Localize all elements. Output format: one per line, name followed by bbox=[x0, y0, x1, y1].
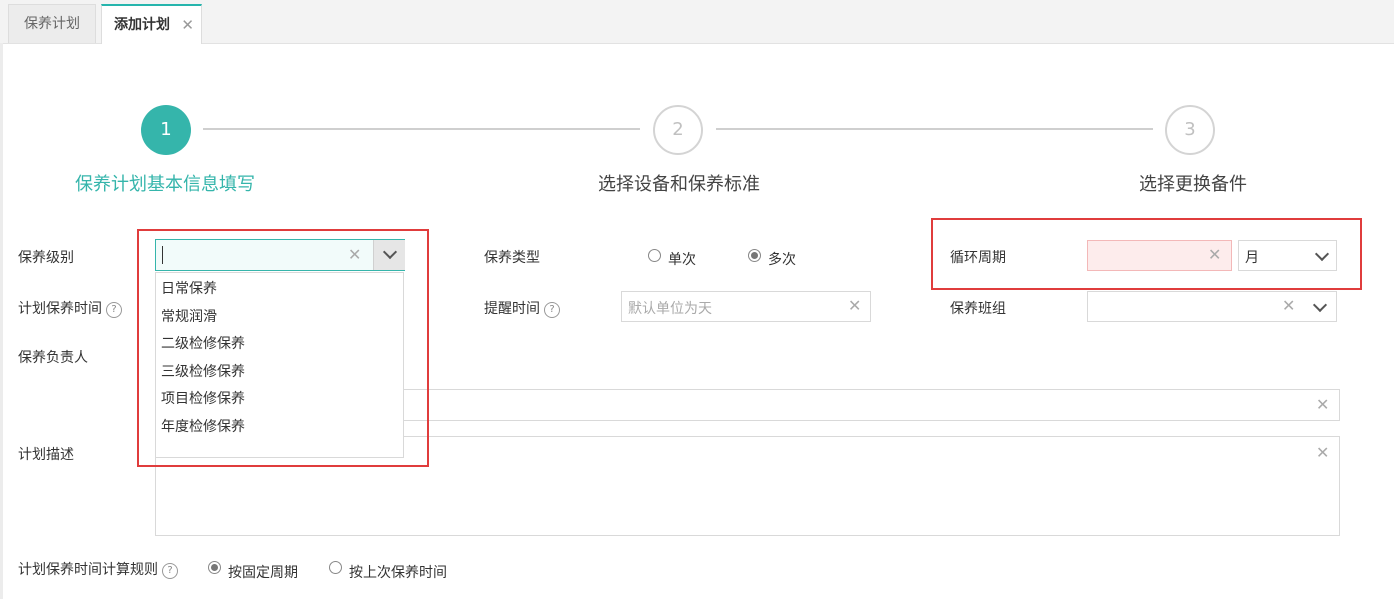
left-border bbox=[0, 43, 3, 599]
type-option-label: 多次 bbox=[768, 252, 796, 268]
rule-option-label: 按固定周期 bbox=[228, 565, 298, 581]
rule-option-label: 按上次保养时间 bbox=[349, 565, 447, 581]
tab-label: 添加计划 bbox=[114, 17, 170, 33]
clear-icon[interactable]: ✕ bbox=[848, 298, 861, 314]
team-select[interactable]: ✕ bbox=[1087, 291, 1337, 322]
rule-radio-fixed[interactable] bbox=[208, 561, 221, 574]
close-icon[interactable]: ✕ bbox=[181, 6, 194, 45]
team-label: 保养班组 bbox=[950, 301, 1006, 317]
step-1-circle: 1 bbox=[141, 105, 191, 155]
remind-placeholder: 默认单位为天 bbox=[628, 301, 712, 317]
step-2-circle: 2 bbox=[653, 105, 703, 155]
owner-label: 保养负责人 bbox=[18, 350, 88, 366]
level-label: 保养级别 bbox=[18, 250, 74, 266]
step-1-label: 保养计划基本信息填写 bbox=[75, 174, 255, 195]
plan-time-label: 计划保养时间? bbox=[18, 298, 122, 318]
rule-label: 计划保养时间计算规则? bbox=[18, 559, 178, 579]
type-label: 保养类型 bbox=[484, 250, 540, 266]
tab-add-plan[interactable]: 添加计划 ✕ bbox=[101, 4, 202, 44]
clear-icon[interactable]: ✕ bbox=[1282, 298, 1295, 314]
remind-input[interactable]: 默认单位为天 ✕ bbox=[621, 291, 871, 322]
help-icon[interactable]: ? bbox=[544, 302, 560, 318]
type-radio-multiple[interactable] bbox=[748, 249, 761, 262]
tab-maintenance-plan[interactable]: 保养计划 bbox=[8, 4, 96, 43]
step-3-circle: 3 bbox=[1165, 105, 1215, 155]
rule-radio-last[interactable] bbox=[329, 561, 342, 574]
tab-bar: 保养计划 添加计划 ✕ bbox=[0, 0, 1394, 44]
type-radio-single[interactable] bbox=[648, 249, 661, 262]
step-2-label: 选择设备和保养标准 bbox=[598, 174, 760, 195]
desc-label: 计划描述 bbox=[18, 447, 74, 463]
clear-icon[interactable]: ✕ bbox=[1316, 397, 1329, 413]
tab-label: 保养计划 bbox=[24, 16, 80, 32]
step-connector bbox=[203, 128, 640, 130]
type-option-label: 单次 bbox=[668, 252, 696, 268]
step-3-label: 选择更换备件 bbox=[1139, 174, 1247, 195]
remind-label: 提醒时间? bbox=[484, 298, 560, 318]
clear-icon[interactable]: ✕ bbox=[1316, 445, 1329, 461]
highlight-box bbox=[931, 218, 1362, 290]
highlight-box bbox=[137, 229, 429, 467]
step-connector bbox=[716, 128, 1153, 130]
help-icon[interactable]: ? bbox=[106, 302, 122, 318]
help-icon[interactable]: ? bbox=[162, 563, 178, 579]
chevron-down-icon bbox=[1312, 297, 1328, 313]
